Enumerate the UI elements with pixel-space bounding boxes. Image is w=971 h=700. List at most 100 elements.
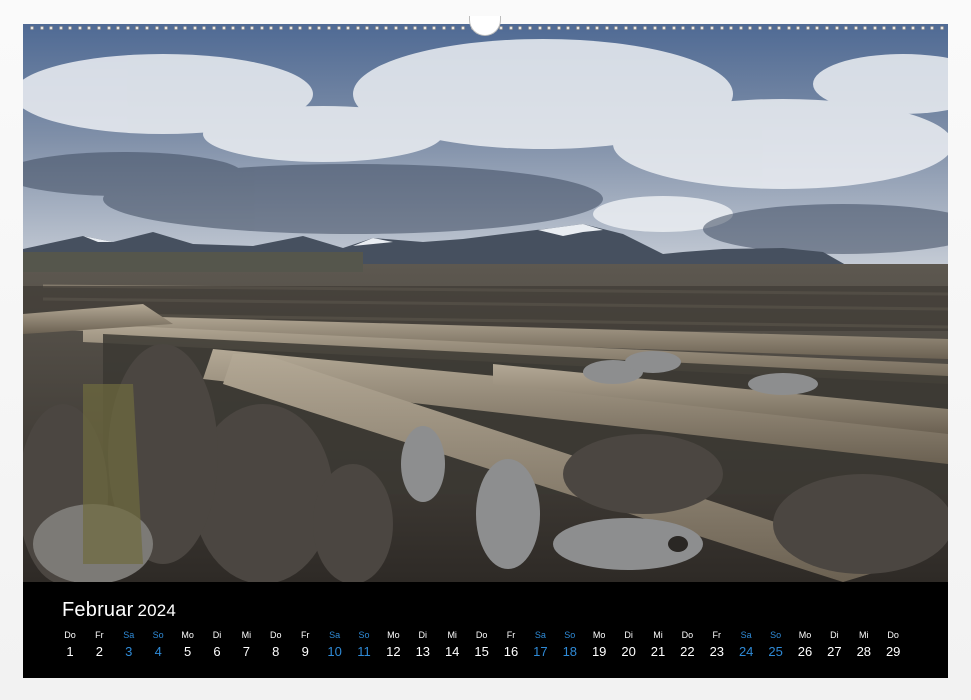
weekday-label: Do (475, 630, 488, 640)
binding-ring (796, 26, 801, 30)
weekday-label: Sa (740, 630, 752, 640)
binding-ring (298, 26, 303, 30)
binding-ring (614, 26, 619, 30)
day-number: 3 (125, 644, 133, 659)
weekday-label: Fr (506, 630, 516, 640)
binding-ring (508, 26, 513, 30)
weekday-label: Mo (387, 630, 400, 640)
day-cell: Mo 5 (175, 629, 201, 659)
day-number: 4 (154, 644, 162, 659)
weekday-label: Di (624, 630, 633, 640)
day-cell: Mi 21 (645, 629, 671, 659)
binding-ring (595, 26, 600, 30)
binding-ring (173, 26, 178, 30)
binding-ring (326, 26, 331, 30)
binding-ring (690, 26, 695, 30)
day-number: 20 (621, 644, 636, 659)
binding-ring (393, 26, 398, 30)
binding-ring (844, 26, 849, 30)
weekday-label: Sa (534, 630, 546, 640)
day-cell: Sa 3 (116, 629, 142, 659)
binding-ring (58, 26, 63, 30)
weekday-label: So (152, 630, 164, 640)
day-cell: Mi 14 (439, 629, 465, 659)
binding-ring (77, 26, 82, 30)
day-number: 14 (444, 644, 460, 659)
binding-ring (834, 26, 839, 30)
binding-ring (499, 26, 504, 30)
binding-ring (767, 26, 772, 30)
binding-ring (901, 26, 906, 30)
weekday-label: Fr (95, 630, 104, 640)
binding-ring (930, 26, 935, 30)
weekday-label: Mi (447, 630, 457, 640)
weekday-label: Di (418, 630, 428, 640)
binding-ring (231, 26, 236, 30)
binding-ring (700, 26, 705, 30)
binding-ring (422, 26, 427, 30)
binding-ring (279, 26, 284, 30)
day-cell: Do 29 (880, 629, 906, 659)
binding-ring (786, 26, 791, 30)
weekday-label: Do (270, 630, 282, 640)
binding-ring (892, 26, 897, 30)
day-cell: So 11 (351, 629, 377, 659)
binding-ring (681, 26, 686, 30)
day-cell: Mo 19 (586, 629, 612, 659)
day-cell: Mi 28 (851, 629, 877, 659)
weekday-label: So (770, 630, 782, 640)
day-number: 22 (680, 644, 695, 659)
binding-ring (30, 26, 34, 30)
day-number: 21 (650, 644, 666, 659)
binding-ring (413, 26, 418, 30)
day-number: 27 (827, 644, 842, 659)
day-number: 6 (213, 644, 221, 659)
weekday-label: Do (64, 630, 76, 640)
weekday-label: Do (887, 630, 899, 640)
day-number: 25 (768, 644, 783, 659)
binding-ring (863, 26, 868, 30)
day-cell: Mi 7 (233, 629, 259, 659)
day-cell: Sa 17 (527, 629, 553, 659)
binding-ring (240, 26, 245, 30)
day-number: 24 (738, 644, 754, 659)
day-cell: Do 22 (674, 629, 700, 659)
binding-ring (250, 26, 255, 30)
day-cell: So 4 (145, 629, 171, 659)
day-cell: Mo 12 (380, 629, 406, 659)
weekday-label: So (564, 630, 576, 640)
day-cell: Fr 23 (704, 629, 730, 659)
day-number: 5 (183, 644, 192, 659)
day-cell: So 25 (763, 629, 789, 659)
binding-ring (451, 26, 456, 30)
day-number: 17 (533, 644, 548, 659)
binding-ring (365, 26, 370, 30)
binding-ring (211, 26, 216, 30)
binding-ring (556, 26, 561, 30)
weekday-label: Mi (241, 630, 252, 640)
binding-ring (939, 26, 944, 30)
day-cell: Fr 2 (86, 629, 112, 659)
binding-ring (307, 26, 312, 30)
day-cell: Do 1 (57, 629, 83, 659)
binding-ring (872, 26, 877, 30)
binding-ring (87, 26, 92, 30)
calendar-strip: Februar 2024 Do 1 Fr 2 Sa 3 So 4 Mo 5 Di 6 Mi 7 Do 8 Fr 9 S… (23, 582, 948, 678)
binding-ring (346, 26, 351, 30)
binding-ring (164, 26, 169, 30)
binding-ring (777, 26, 782, 30)
binding-ring (144, 26, 149, 30)
weekday-label: Fr (712, 630, 722, 640)
day-cell: Di 6 (204, 629, 230, 659)
binding-ring (461, 26, 466, 30)
day-number: 26 (797, 644, 813, 659)
weekday-label: So (358, 630, 370, 640)
binding-ring (355, 26, 360, 30)
month-name: Februar (62, 599, 134, 621)
day-cell: Sa 10 (322, 629, 348, 659)
day-cell: Do 8 (263, 629, 289, 659)
day-cell: So 18 (557, 629, 583, 659)
weekday-label: Mo (181, 630, 194, 640)
binding-ring (652, 26, 657, 30)
binding-ring (815, 26, 820, 30)
